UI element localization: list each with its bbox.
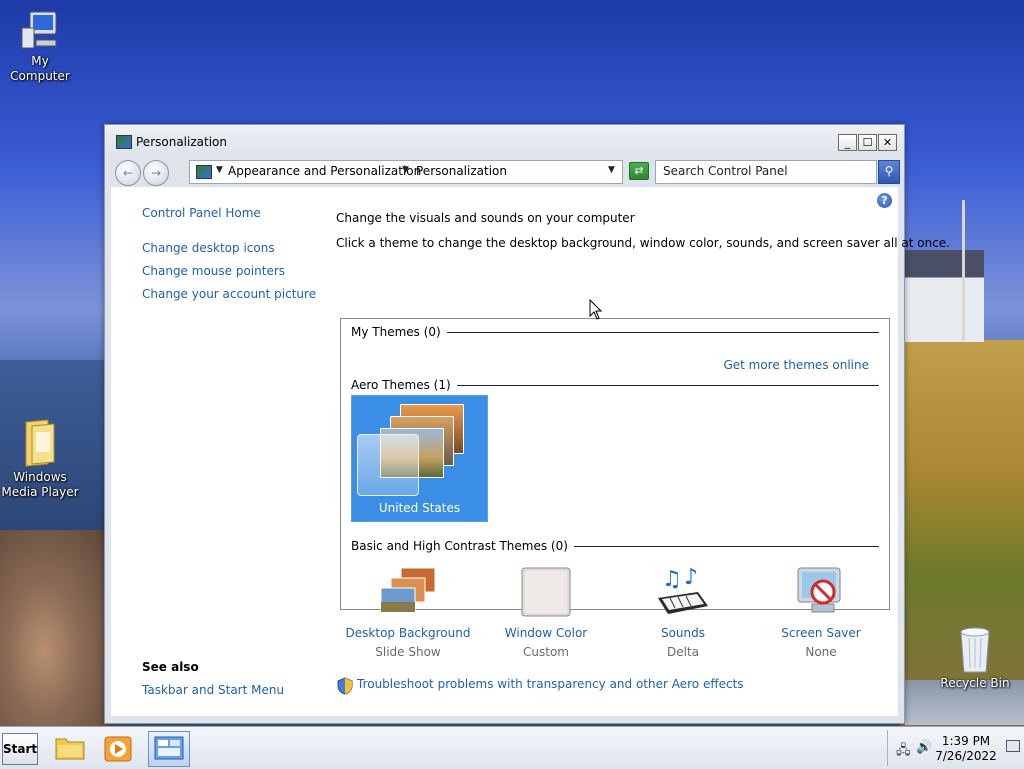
sounds-label[interactable]: Sounds — [618, 624, 748, 642]
my-themes-label: My Themes (0) — [351, 325, 447, 339]
aero-themes-section: Aero Themes (1) — [351, 378, 879, 392]
desktop-icon-label: Recycle Bin — [940, 676, 1010, 690]
window-color-setting[interactable]: Window Color Custom — [481, 566, 611, 662]
system-tray: 🖧 🔊 1:39 PM 7/26/2022 — [887, 730, 1022, 766]
basic-themes-label: Basic and High Contrast Themes (0) — [351, 539, 574, 553]
desktop-icon-recycle-bin[interactable]: Recycle Bin — [940, 626, 1010, 691]
explorer-taskbar-button[interactable] — [50, 731, 90, 765]
content-area: ? Control Panel Home Change desktop icon… — [111, 187, 950, 716]
basic-themes-section: Basic and High Contrast Themes (0) — [351, 539, 879, 553]
window-titlebar[interactable]: Personalization _ ☐ ✕ — [105, 125, 904, 157]
clock[interactable]: 1:39 PM 7/26/2022 — [928, 734, 1004, 764]
screen-saver-icon — [792, 566, 850, 618]
forward-button[interactable]: → — [143, 160, 169, 186]
sounds-setting[interactable]: ♫ ♪ Sounds Delta — [618, 565, 748, 662]
page-description: Click a theme to change the desktop back… — [336, 236, 950, 250]
change-desktop-icons-link[interactable]: Change desktop icons — [142, 241, 275, 255]
minimize-button[interactable]: _ — [838, 134, 857, 151]
svg-text:♪: ♪ — [684, 566, 698, 590]
close-button[interactable]: ✕ — [878, 134, 897, 151]
troubleshoot-aero-link[interactable]: Troubleshoot problems with transparency … — [357, 677, 744, 691]
screen-saver-setting[interactable]: Screen Saver None — [756, 566, 886, 662]
desktop-icon-label: My Computer — [10, 54, 70, 83]
media-player-icon — [104, 736, 132, 762]
help-icon[interactable]: ? — [877, 193, 892, 208]
page-heading: Change the visuals and sounds on your co… — [336, 211, 635, 225]
control-panel-icon — [196, 165, 212, 179]
chevron-down-icon[interactable]: ▼ — [402, 165, 409, 175]
search-placeholder: Search Control Panel — [663, 164, 788, 178]
media-player-taskbar-button[interactable] — [98, 731, 138, 765]
personalization-icon — [116, 135, 132, 149]
taskbar-start-menu-link[interactable]: Taskbar and Start Menu — [142, 683, 284, 697]
clock-date: 7/26/2022 — [935, 749, 997, 763]
show-desktop-icon[interactable] — [1006, 740, 1020, 752]
chevron-down-icon[interactable]: ▼ — [216, 165, 223, 175]
folder-icon — [55, 738, 85, 760]
desktop-wallpaper-flagpole — [962, 200, 965, 340]
theme-name: United States — [378, 501, 461, 515]
network-icon[interactable]: 🖧 — [896, 741, 911, 763]
window-color-label[interactable]: Window Color — [481, 624, 611, 642]
my-themes-section: My Themes (0) — [351, 325, 879, 339]
theme-tile-united-states[interactable]: United States — [351, 395, 488, 522]
breadcrumb-personalization[interactable]: Personalization — [416, 164, 507, 178]
change-mouse-pointers-link[interactable]: Change mouse pointers — [142, 264, 285, 278]
breadcrumb-appearance[interactable]: Appearance and Personalization — [228, 164, 421, 178]
search-icon[interactable]: ⚲ — [878, 160, 900, 184]
screen-saver-value: None — [805, 645, 837, 659]
desktop-wallpaper-house — [904, 250, 984, 342]
personalization-window: Personalization _ ☐ ✕ ← → ▼ Appearance a… — [104, 124, 950, 724]
computer-icon — [18, 8, 62, 52]
start-button[interactable]: Start — [2, 733, 38, 765]
desktop-icon-my-computer[interactable]: My Computer — [0, 8, 80, 84]
clock-time: 1:39 PM — [941, 734, 991, 748]
taskbar: Start 🖧 🔊 1:39 PM 7/26/2022 — [0, 726, 1024, 769]
desktop-icon-label: Windows Media Player — [1, 470, 79, 499]
maximize-button[interactable]: ☐ — [858, 134, 877, 151]
address-bar[interactable]: ▼ Appearance and Personalization ▼ Perso… — [189, 160, 623, 184]
sounds-icon: ♫ ♪ — [654, 565, 712, 618]
back-button[interactable]: ← — [115, 160, 141, 186]
window-color-icon — [517, 566, 575, 618]
get-more-themes-link[interactable]: Get more themes online — [723, 358, 869, 372]
desktop-wallpaper-rocks — [0, 530, 110, 730]
desktop-background-label[interactable]: Desktop Background — [343, 624, 473, 642]
screen-saver-label[interactable]: Screen Saver — [756, 624, 886, 642]
navigation-bar: ← → ▼ Appearance and Personalization ▼ P… — [113, 157, 900, 186]
desktop-background-setting[interactable]: Desktop Background Slide Show — [343, 566, 473, 662]
search-input[interactable]: Search Control Panel — [655, 160, 877, 184]
window-color-value: Custom — [523, 645, 569, 659]
see-also-heading: See also — [142, 660, 199, 674]
recycle-bin-icon — [955, 626, 995, 674]
desktop-background-value: Slide Show — [375, 645, 441, 659]
window-title: Personalization — [136, 135, 227, 149]
change-account-picture-link[interactable]: Change your account picture — [142, 287, 316, 301]
desktop-background-icon — [379, 566, 437, 618]
folder-icon — [18, 418, 62, 468]
control-panel-icon — [154, 736, 184, 760]
address-dropdown-icon[interactable]: ▼ — [608, 165, 615, 175]
control-panel-home-link[interactable]: Control Panel Home — [142, 206, 261, 220]
desktop-icon-windows-media-player[interactable]: Windows Media Player — [0, 418, 80, 500]
refresh-button[interactable]: ⇄ — [629, 162, 649, 180]
aero-themes-label: Aero Themes (1) — [351, 378, 457, 392]
shield-icon — [337, 677, 355, 695]
theme-glass-preview — [357, 434, 419, 496]
sounds-value: Delta — [666, 645, 699, 659]
control-panel-taskbar-button[interactable] — [148, 731, 190, 767]
svg-text:♫: ♫ — [662, 567, 682, 592]
mouse-cursor-icon — [589, 298, 603, 324]
